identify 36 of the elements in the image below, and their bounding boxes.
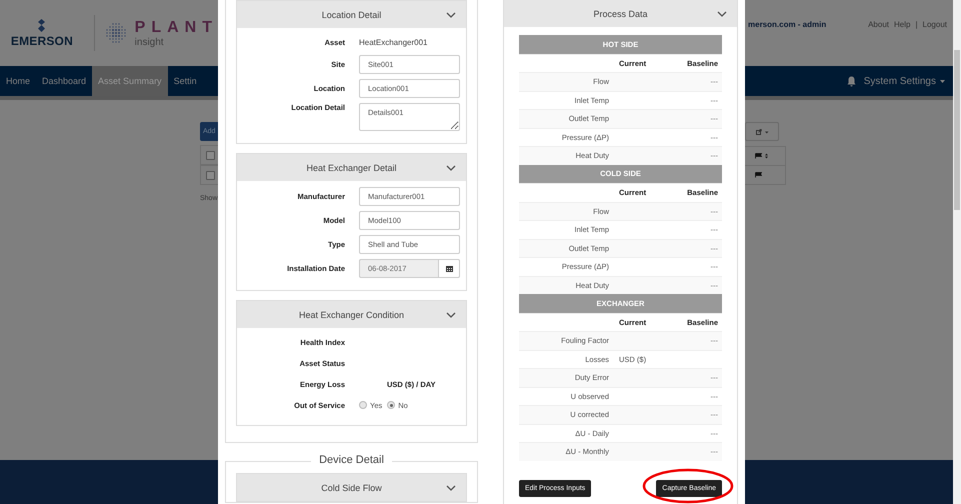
export-button[interactable] [745, 122, 779, 141]
chevron-icon[interactable] [446, 485, 456, 491]
section-title[interactable]: Process Data [593, 8, 648, 18]
section-title[interactable]: Cold Side Flow [321, 482, 382, 492]
logo-mark-icon [37, 18, 46, 32]
scrollbar[interactable] [953, 0, 961, 504]
link-separator: | [915, 20, 918, 29]
field-value: HeatExchanger001 [359, 38, 428, 46]
caret-icon [940, 80, 945, 82]
radio-button[interactable] [359, 401, 367, 409]
export-icon [756, 128, 768, 134]
nav-tab[interactable]: Settin [168, 66, 203, 96]
nav-tab[interactable]: Home [0, 66, 36, 96]
product-subtitle: insight [134, 36, 165, 48]
calendar-icon [446, 265, 452, 272]
user-name: merson.com - admin [748, 20, 826, 29]
flag-sort-icon[interactable] [755, 153, 769, 159]
calendar-button[interactable] [438, 259, 460, 278]
product-logo: PLANT [134, 18, 218, 36]
chevron-icon[interactable] [446, 12, 456, 18]
chevron-icon[interactable] [446, 165, 456, 171]
row-checkbox[interactable] [206, 170, 215, 180]
brand-logo: EMERSON [10, 34, 73, 48]
section-title[interactable]: Heat Exchanger Detail [306, 162, 397, 172]
section-title[interactable]: Heat Exchanger Condition [298, 310, 404, 320]
chevron-icon[interactable] [717, 11, 727, 17]
device-detail-legend: Device Detail [311, 454, 392, 466]
nav-tab[interactable]: Dashboard [36, 66, 92, 96]
bell-icon[interactable] [846, 76, 856, 86]
section-title[interactable]: Location Detail [322, 10, 382, 20]
flag-icon[interactable] [755, 172, 762, 178]
row-checkbox[interactable] [206, 150, 215, 160]
system-settings-menu[interactable]: System Settings [864, 76, 945, 86]
radio-button[interactable] [387, 401, 396, 409]
dotted-globe-icon [104, 22, 127, 44]
chevron-icon[interactable] [446, 312, 456, 318]
